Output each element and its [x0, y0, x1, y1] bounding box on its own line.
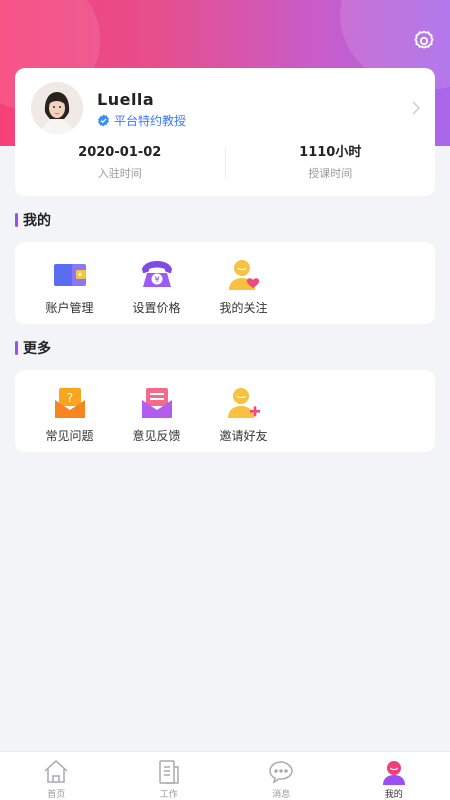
- account-management-button[interactable]: 账户管理: [26, 242, 113, 324]
- message-icon: [269, 761, 294, 784]
- faq-envelope-icon: ?: [54, 388, 85, 418]
- stat-label: 授课时间: [308, 167, 353, 180]
- follow-heart-icon: [228, 260, 259, 290]
- bottom-tab-bar: 首页 工作 消息 我的: [0, 751, 450, 800]
- section-accent-bar: [15, 213, 18, 227]
- grid-item-label: 常见问题: [45, 429, 94, 443]
- stat-value: 1110小时: [299, 145, 362, 160]
- invite-friends-button[interactable]: 邀请好友: [200, 370, 287, 452]
- verified-badge: 平台特约教授: [97, 112, 186, 129]
- stat-label: 入驻时间: [97, 167, 142, 180]
- section-title-mine: 我的: [15, 210, 51, 230]
- stat-value: 2020-01-02: [78, 145, 162, 160]
- price-phone-icon: ¥: [141, 261, 172, 287]
- grid-item-label: 账户管理: [45, 301, 94, 315]
- tab-work[interactable]: 工作: [113, 752, 226, 800]
- svg-text:¥: ¥: [154, 275, 159, 284]
- section-accent-bar: [15, 341, 18, 355]
- my-follows-button[interactable]: 我的关注: [200, 242, 287, 324]
- svg-text:?: ?: [66, 391, 72, 405]
- user-name: Luella: [97, 90, 155, 109]
- more-menu-card: ? 常见问题 意见反馈 邀请好友: [15, 370, 435, 452]
- tab-home[interactable]: 首页: [0, 752, 113, 800]
- chevron-right-icon[interactable]: [411, 100, 421, 116]
- work-icon: [159, 760, 179, 784]
- mine-menu-card: 账户管理 ¥ 设置价格 我的关注: [15, 242, 435, 324]
- section-title-more: 更多: [15, 338, 51, 358]
- section-title-text: 我的: [23, 213, 51, 229]
- tab-label: 首页: [47, 790, 66, 800]
- avatar: [31, 82, 83, 134]
- stat-teaching-hours: 1110小时 授课时间: [226, 144, 436, 184]
- section-title-text: 更多: [23, 341, 51, 357]
- grid-item-label: 意见反馈: [132, 429, 181, 443]
- tab-label: 工作: [159, 790, 178, 800]
- verified-check-icon: [98, 114, 109, 127]
- grid-item-label: 邀请好友: [219, 429, 268, 443]
- profile-icon: [382, 761, 405, 785]
- profile-card[interactable]: Luella 平台特约教授 2020-01-02 入驻时间 1110小时 授课时…: [15, 68, 435, 196]
- home-icon: [44, 759, 68, 783]
- tab-label: 消息: [272, 790, 291, 800]
- badge-label: 平台特约教授: [114, 114, 187, 128]
- faq-button[interactable]: ? 常见问题: [26, 370, 113, 452]
- feedback-envelope-icon: [141, 388, 172, 418]
- tab-mine[interactable]: 我的: [338, 752, 450, 800]
- invite-friend-icon: [227, 388, 260, 418]
- gear-icon[interactable]: [412, 29, 436, 53]
- tab-messages[interactable]: 消息: [225, 752, 338, 800]
- grid-item-label: 我的关注: [219, 301, 268, 315]
- stat-join-date: 2020-01-02 入驻时间: [15, 144, 225, 184]
- profile-stats: 2020-01-02 入驻时间 1110小时 授课时间: [15, 144, 435, 184]
- wallet-icon: [53, 264, 86, 286]
- grid-item-label: 设置价格: [132, 301, 181, 315]
- feedback-button[interactable]: 意见反馈: [113, 370, 200, 452]
- tab-label: 我的: [384, 790, 403, 800]
- set-price-button[interactable]: ¥ 设置价格: [113, 242, 200, 324]
